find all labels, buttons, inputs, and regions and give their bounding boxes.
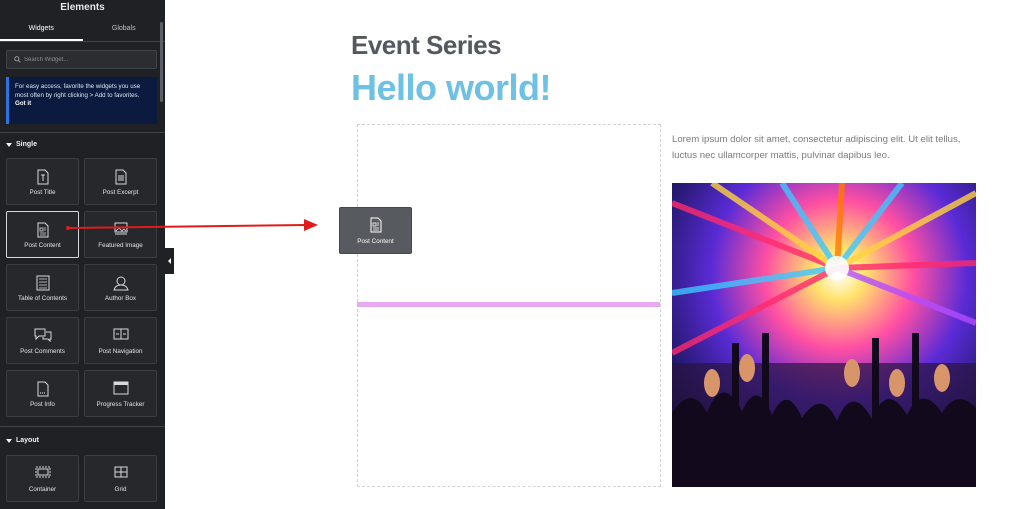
drop-indicator [357, 302, 660, 307]
notice-text: For easy access, favorite the widgets yo… [15, 83, 141, 99]
elements-panel: Elements Widgets Globals For easy access… [0, 0, 165, 509]
post-info-icon [37, 381, 48, 397]
widget-post-content[interactable]: Post Content [6, 211, 79, 258]
widget-container[interactable]: Container [6, 455, 79, 502]
tab-globals[interactable]: Globals [83, 18, 166, 41]
got-it-link[interactable]: Got it [15, 100, 152, 109]
widget-post-excerpt[interactable]: Post Excerpt [84, 158, 157, 205]
widget-label: Featured Image [98, 242, 143, 249]
body-paragraph: Lorem ipsum dolor sit amet, consectetur … [672, 134, 961, 161]
widget-label: Post Excerpt [102, 189, 139, 196]
widget-label: Post Title [29, 189, 56, 196]
section-layout-header[interactable]: Layout [6, 437, 39, 444]
widget-label: Table of Contents [17, 295, 67, 302]
post-content-icon [370, 217, 381, 233]
widget-label: Progress Tracker [96, 401, 145, 408]
featured-image-icon [114, 222, 127, 235]
concert-photo [672, 183, 976, 487]
widget-featured-image[interactable]: Featured Image [84, 211, 157, 258]
progress-tracker-icon [113, 381, 128, 395]
search-input[interactable] [24, 56, 144, 63]
search-icon [10, 56, 24, 63]
post-content-icon [37, 222, 48, 238]
widget-progress-tracker[interactable]: Progress Tracker [84, 370, 157, 417]
divider [0, 132, 165, 133]
post-title-icon [37, 169, 48, 185]
widget-label: Post Navigation [98, 348, 143, 355]
panel-tabs: Widgets Globals [0, 18, 165, 42]
widget-author-box[interactable]: Author Box [84, 264, 157, 311]
widget-grid[interactable]: Grid [84, 455, 157, 502]
search-box [6, 50, 157, 69]
widget-label: Container [28, 486, 57, 493]
widget-label: Post Content [24, 242, 61, 249]
author-box-icon [112, 276, 129, 291]
post-navigation-icon [113, 328, 128, 340]
caret-down-icon [6, 438, 12, 443]
favorites-notice: For easy access, favorite the widgets yo… [6, 77, 157, 124]
widget-table-of-contents[interactable]: Table of Contents [6, 264, 79, 311]
tab-widgets[interactable]: Widgets [0, 18, 83, 41]
widget-post-title[interactable]: Post Title [6, 158, 79, 205]
section-label: Single [16, 141, 38, 148]
widget-label: Post Info [30, 401, 55, 408]
container-icon [35, 466, 50, 478]
section-single-header[interactable]: Single [6, 141, 37, 148]
table-of-contents-icon [36, 275, 49, 291]
widget-label: Author Box [104, 295, 137, 302]
divider [0, 426, 165, 427]
section-label: Layout [16, 437, 39, 444]
panel-title: Elements [60, 2, 105, 13]
page-title: Hello world! [351, 67, 552, 108]
panel-scrollbar[interactable] [160, 22, 163, 102]
dragged-widget-post-content[interactable]: Post Content [339, 207, 412, 254]
widget-post-info[interactable]: Post Info [6, 370, 79, 417]
widget-label: Post Content [357, 238, 394, 245]
widget-post-comments[interactable]: Post Comments [6, 317, 79, 364]
post-comments-icon [34, 328, 51, 342]
widget-label: Post Comments [20, 348, 65, 355]
caret-down-icon [6, 142, 12, 147]
chevron-left-icon [168, 258, 171, 264]
grid-icon [114, 466, 127, 478]
post-excerpt-icon [115, 169, 126, 185]
widget-post-navigation[interactable]: Post Navigation [84, 317, 157, 364]
widget-label: Grid [114, 486, 127, 493]
panel-collapse-toggle[interactable] [165, 248, 174, 274]
page-subtitle: Event Series [351, 30, 502, 60]
